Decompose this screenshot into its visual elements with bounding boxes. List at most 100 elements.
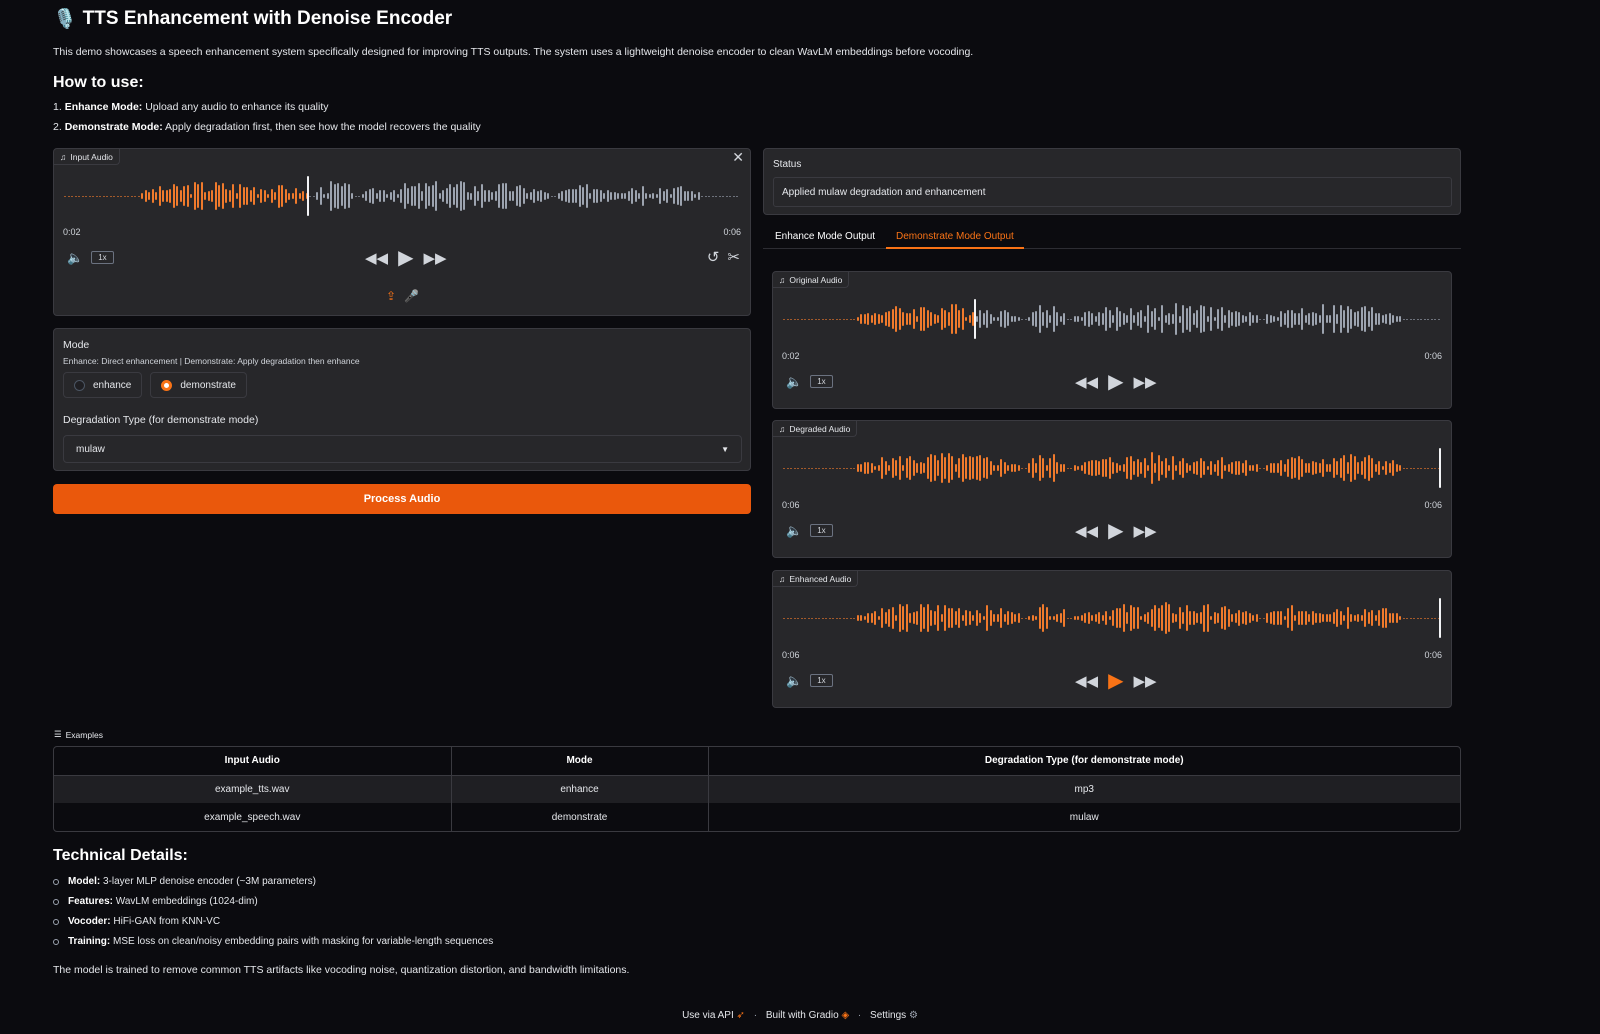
microphone-record-icon[interactable]: 🎤 [404, 290, 419, 302]
degradation-dropdown[interactable]: mulaw ▼ [63, 435, 742, 463]
play-icon[interactable]: ▶ [1108, 671, 1123, 691]
waveform-bar [1276, 463, 1279, 473]
process-audio-button[interactable]: Process Audio [53, 484, 751, 514]
rewind-icon[interactable]: ◀◀ [1075, 524, 1098, 539]
waveform-bar [1080, 465, 1083, 471]
waveform-bar [1147, 305, 1149, 333]
radio-enhance[interactable]: enhance [63, 372, 143, 398]
waveform-bar [1098, 312, 1100, 326]
play-icon[interactable]: ▶ [1108, 372, 1123, 392]
waveform-bar [1308, 614, 1310, 622]
play-icon[interactable]: ▶ [398, 248, 413, 268]
waveform-bar [669, 193, 672, 199]
volume-icon[interactable]: 🔈 [786, 524, 802, 537]
waveform-bar [1105, 307, 1107, 331]
volume-icon[interactable]: 🔈 [786, 674, 802, 687]
fast-forward-icon[interactable]: ▶▶ [1133, 375, 1156, 390]
table-cell[interactable]: enhance [451, 775, 709, 803]
waveform-bar [891, 457, 894, 479]
waveform-bar [944, 604, 946, 632]
how-to-heading: How to use: [53, 74, 144, 91]
waveform-bar [1196, 612, 1198, 624]
waveform-bar [1294, 614, 1296, 622]
undo-icon[interactable]: ↺ [707, 250, 720, 265]
waveform-bar [1140, 309, 1142, 329]
table-row[interactable]: example_speech.wav demonstrate mulaw [54, 803, 1460, 831]
waveform-bar [814, 318, 817, 320]
waveform-bar [270, 188, 273, 204]
playback-rate-button[interactable]: 1x [810, 375, 833, 388]
fast-forward-icon[interactable]: ▶▶ [1133, 524, 1156, 539]
volume-icon[interactable]: 🔈 [786, 375, 802, 388]
waveform-bar [284, 189, 287, 203]
original-waveform[interactable] [783, 299, 1441, 339]
volume-icon[interactable]: 🔈 [67, 251, 83, 264]
waveform-bar [1066, 467, 1069, 469]
upload-icon[interactable]: ⇪ [386, 290, 396, 302]
waveform-bar [449, 184, 451, 208]
fast-forward-icon[interactable]: ▶▶ [1133, 674, 1156, 689]
rewind-icon[interactable]: ◀◀ [1075, 375, 1098, 390]
waveform-bar [919, 461, 922, 475]
radio-dot-selected[interactable] [161, 379, 173, 391]
status-textbox[interactable]: Applied mulaw degradation and enhancemen… [773, 177, 1452, 207]
waveform-bar [1353, 615, 1356, 621]
scissors-icon[interactable]: ✂ [727, 250, 740, 265]
playback-rate-button[interactable]: 1x [810, 524, 833, 537]
waveform-bar [715, 195, 717, 197]
waveform-bar [1336, 609, 1338, 627]
waveform-bar [832, 318, 834, 320]
table-cell[interactable]: example_speech.wav [54, 803, 452, 831]
use-api-link[interactable]: Use via API ➶ [682, 1010, 745, 1021]
waveform-bar [358, 195, 360, 197]
waveform-bar [839, 467, 841, 469]
playback-rate-button[interactable]: 1x [91, 251, 114, 264]
waveform-bar [1115, 307, 1118, 331]
waveform-bar [1315, 313, 1317, 325]
rewind-icon[interactable]: ◀◀ [1075, 674, 1098, 689]
waveform-bar [575, 189, 577, 203]
table-cell[interactable]: mulaw [708, 803, 1460, 831]
fast-forward-icon[interactable]: ▶▶ [423, 251, 446, 266]
waveform-bar [1196, 309, 1198, 329]
waveform-bar [1203, 604, 1205, 632]
table-cell[interactable]: example_tts.wav [54, 775, 452, 803]
waveform-bar [947, 312, 950, 326]
waveform-bar [1168, 603, 1170, 633]
waveform-bar [937, 604, 939, 632]
playhead-cursor[interactable] [1439, 448, 1441, 488]
tab-enhance-output[interactable]: Enhance Mode Output [775, 231, 875, 242]
rewind-icon[interactable]: ◀◀ [365, 251, 388, 266]
chevron-down-icon: ▼ [721, 444, 729, 454]
table-cell[interactable]: mp3 [708, 775, 1460, 803]
playhead-cursor[interactable] [973, 299, 976, 339]
waveform-bar [1294, 457, 1296, 479]
input-waveform[interactable] [64, 176, 740, 216]
play-icon[interactable]: ▶ [1108, 521, 1123, 541]
waveform-bar [102, 195, 105, 197]
waveform-bar [1339, 457, 1342, 479]
playback-rate-button[interactable]: 1x [810, 674, 833, 687]
radio-dot[interactable] [74, 379, 85, 391]
waveform-bar [1091, 313, 1093, 325]
playhead-cursor[interactable] [1439, 598, 1441, 638]
table-cell[interactable]: demonstrate [451, 803, 709, 831]
radio-demonstrate[interactable]: demonstrate [150, 372, 247, 398]
waveform-bar [697, 191, 700, 201]
waveform-bar [1164, 458, 1167, 478]
waveform-bar [1325, 613, 1328, 623]
waveform-bar [1003, 461, 1006, 475]
waveform-bar [933, 314, 936, 324]
enhanced-waveform[interactable] [783, 598, 1441, 638]
table-row[interactable]: example_tts.wav enhance mp3 [54, 775, 1460, 803]
degraded-waveform[interactable] [783, 448, 1441, 488]
waveform-bar [1126, 612, 1128, 624]
tab-demonstrate-output[interactable]: Demonstrate Mode Output [886, 231, 1024, 249]
waveform-bar [1105, 610, 1107, 626]
waveform-bar [1056, 311, 1058, 327]
waveform-bar [1210, 461, 1212, 475]
waveform-bar [92, 195, 94, 197]
built-with-gradio-link[interactable]: Built with Gradio ◈ [766, 1010, 849, 1021]
settings-link[interactable]: Settings ⚙ [870, 1010, 918, 1021]
close-icon[interactable]: ✕ [732, 150, 744, 164]
